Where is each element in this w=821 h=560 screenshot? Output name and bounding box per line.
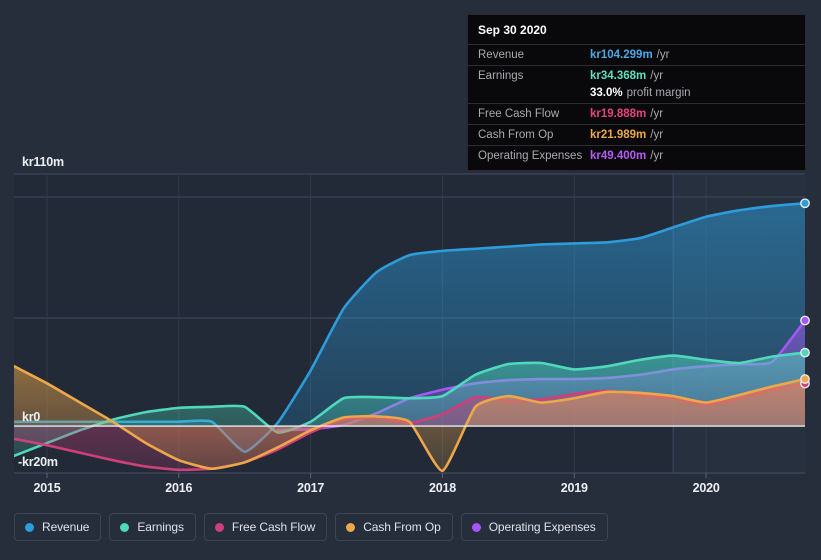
x-axis-tick-2020: 2020	[693, 481, 720, 495]
endpoint-marker-operating-expenses[interactable]	[801, 316, 809, 324]
tooltip-row-unit: /yr	[650, 70, 663, 82]
tooltip-row-key: Free Cash Flow	[478, 108, 590, 120]
tooltip-row: Earningskr34.368m/yr	[468, 65, 805, 86]
tooltip-row-key: Earnings	[478, 70, 590, 82]
tooltip-row: Revenuekr104.299m/yr	[468, 44, 805, 65]
legend-item-label: Earnings	[137, 520, 184, 534]
legend-swatch-icon	[346, 523, 355, 532]
legend-item-label: Cash From Op	[363, 520, 441, 534]
legend-item-free-cash-flow[interactable]: Free Cash Flow	[204, 513, 327, 541]
x-axis-tick-2015: 2015	[33, 481, 60, 495]
tooltip-date: Sep 30 2020	[468, 22, 805, 44]
legend-item-revenue[interactable]: Revenue	[14, 513, 101, 541]
y-axis-label-zero: kr0	[22, 410, 40, 424]
legend-swatch-icon	[25, 523, 34, 532]
legend-item-label: Revenue	[42, 520, 89, 534]
legend-swatch-icon	[215, 523, 224, 532]
endpoint-marker-earnings[interactable]	[801, 348, 809, 356]
x-axis-tick-2019: 2019	[561, 481, 588, 495]
financial-area-chart: kr110m kr0 -kr20m 2015 2016 2017 2018 2019 20…	[0, 0, 821, 560]
tooltip-row-unit: profit margin	[627, 87, 691, 99]
legend-swatch-icon	[472, 523, 481, 532]
tooltip-row-value: kr49.400m	[590, 150, 646, 162]
tooltip-rows: Revenuekr104.299m/yrEarningskr34.368m/yr…	[468, 44, 805, 166]
tooltip-row-value: kr19.888m	[590, 108, 646, 120]
tooltip-row: Operating Expenseskr49.400m/yr	[468, 145, 805, 166]
endpoint-marker-cash-from-op[interactable]	[801, 375, 809, 383]
x-axis-tick-2017: 2017	[297, 481, 324, 495]
tooltip-row-unit: /yr	[650, 150, 663, 162]
tooltip-row-key: Revenue	[478, 49, 590, 61]
chart-legend[interactable]: Revenue Earnings Free Cash Flow Cash From O…	[14, 513, 608, 541]
tooltip-row: Free Cash Flowkr19.888m/yr	[468, 103, 805, 124]
tooltip-row-key: Cash From Op	[478, 129, 590, 141]
tooltip-row-value: 33.0%	[590, 87, 623, 99]
tooltip-row-value: kr104.299m	[590, 49, 653, 61]
legend-item-cash-from-op[interactable]: Cash From Op	[335, 513, 453, 541]
tooltip-row-key: Operating Expenses	[478, 150, 590, 162]
y-axis-label-bottom: -kr20m	[18, 455, 58, 469]
y-axis-label-top: kr110m	[22, 155, 64, 169]
x-axis-tick-2018: 2018	[429, 481, 456, 495]
tooltip-row-unit: /yr	[650, 129, 663, 141]
legend-item-label: Free Cash Flow	[232, 520, 315, 534]
endpoint-marker-revenue[interactable]	[801, 199, 809, 207]
legend-item-earnings[interactable]: Earnings	[109, 513, 196, 541]
tooltip-row-value: kr21.989m	[590, 129, 646, 141]
tooltip-row-unit: /yr	[650, 108, 663, 120]
tooltip-row: 33.0% profit margin	[468, 86, 805, 103]
tooltip-row-value: kr34.368m	[590, 70, 646, 82]
legend-item-label: Operating Expenses	[489, 520, 596, 534]
tooltip-row-unit: /yr	[657, 49, 670, 61]
legend-swatch-icon	[120, 523, 129, 532]
legend-item-operating-expenses[interactable]: Operating Expenses	[461, 513, 608, 541]
x-axis-tick-2016: 2016	[165, 481, 192, 495]
chart-tooltip: Sep 30 2020 Revenuekr104.299m/yrEarnings…	[467, 14, 806, 171]
tooltip-row: Cash From Opkr21.989m/yr	[468, 124, 805, 145]
